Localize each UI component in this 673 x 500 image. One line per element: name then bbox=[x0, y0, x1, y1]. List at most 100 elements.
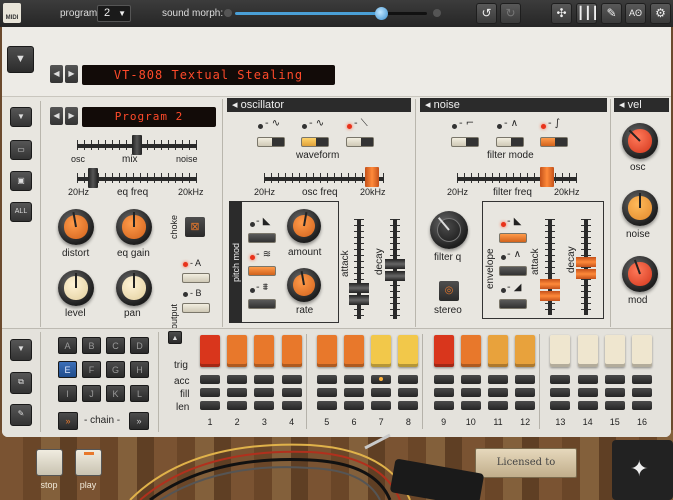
pattern-pad-k[interactable]: K bbox=[106, 385, 125, 402]
filter-mode-3-button[interactable] bbox=[540, 137, 568, 147]
pattern-pad-j[interactable]: J bbox=[82, 385, 101, 402]
pitch-mod-2-button[interactable] bbox=[248, 266, 276, 276]
osc-decay-fader[interactable] bbox=[393, 219, 397, 319]
sound-morph-handle[interactable] bbox=[374, 7, 388, 20]
output-a-button[interactable] bbox=[182, 273, 210, 283]
distort-knob[interactable] bbox=[58, 209, 94, 245]
level-knob[interactable] bbox=[58, 270, 94, 306]
midi-icon[interactable]: MIDI bbox=[3, 3, 21, 23]
eq-gain-knob[interactable] bbox=[116, 209, 152, 245]
sound-morph-slider[interactable] bbox=[235, 7, 427, 20]
osc-decay-handle[interactable] bbox=[385, 259, 405, 269]
len-step-4[interactable] bbox=[281, 401, 302, 410]
amount-knob[interactable] bbox=[287, 209, 321, 243]
fill-step-4[interactable] bbox=[281, 388, 302, 397]
edit-button[interactable]: ✎ bbox=[601, 3, 622, 24]
trig-step-11[interactable] bbox=[488, 335, 508, 367]
waveform-3-button[interactable] bbox=[346, 137, 374, 147]
fill-step-14[interactable] bbox=[577, 388, 598, 397]
redo-button[interactable]: ↻ bbox=[500, 3, 521, 24]
len-step-2[interactable] bbox=[227, 401, 248, 410]
fill-step-1[interactable] bbox=[200, 388, 220, 397]
acc-step-2[interactable] bbox=[227, 375, 248, 384]
len-step-5[interactable] bbox=[316, 401, 337, 410]
mix-handle[interactable] bbox=[132, 135, 142, 155]
acc-step-9[interactable] bbox=[433, 375, 454, 384]
pattern-pad-c[interactable]: C bbox=[106, 337, 125, 354]
acc-step-16[interactable] bbox=[632, 375, 652, 384]
acc-step-14[interactable] bbox=[577, 375, 598, 384]
pitch-mod-3-button[interactable] bbox=[248, 299, 276, 309]
pattern-pad-f[interactable]: F bbox=[82, 361, 101, 378]
chain-prev-button[interactable]: » bbox=[58, 412, 78, 430]
envelope-1-button[interactable] bbox=[499, 233, 527, 243]
seq-menu-button[interactable]: ▼ bbox=[10, 339, 32, 361]
pattern-pad-h[interactable]: H bbox=[130, 361, 149, 378]
len-step-3[interactable] bbox=[254, 401, 275, 410]
acc-step-13[interactable] bbox=[550, 375, 571, 384]
main-menu-button[interactable]: ▼ bbox=[7, 46, 34, 73]
fill-step-7[interactable] bbox=[371, 388, 392, 397]
fill-step-11[interactable] bbox=[488, 388, 508, 397]
acc-step-11[interactable] bbox=[488, 375, 508, 384]
trig-step-12[interactable] bbox=[515, 335, 536, 367]
preset-next-button[interactable]: ▶ bbox=[65, 65, 78, 83]
len-step-8[interactable] bbox=[398, 401, 419, 410]
envelope-3-button[interactable] bbox=[499, 299, 527, 309]
osc-freq-handle[interactable] bbox=[364, 167, 379, 187]
eq-freq-handle[interactable] bbox=[88, 168, 98, 188]
ab-button[interactable]: Aʘ bbox=[625, 3, 646, 24]
filter-mode-2-button[interactable] bbox=[496, 137, 524, 147]
len-step-1[interactable] bbox=[200, 401, 220, 410]
trig-step-15[interactable] bbox=[604, 335, 625, 367]
trig-step-4[interactable] bbox=[281, 335, 302, 367]
program-next-button[interactable]: ▶ bbox=[65, 107, 78, 125]
pattern-pad-b[interactable]: B bbox=[82, 337, 101, 354]
fill-step-6[interactable] bbox=[344, 388, 364, 397]
fill-step-2[interactable] bbox=[227, 388, 248, 397]
filter-freq-handle[interactable] bbox=[539, 167, 554, 187]
program-prev-button[interactable]: ◀ bbox=[50, 107, 63, 125]
pitch-mod-1-button[interactable] bbox=[248, 233, 276, 243]
program-menu-button[interactable]: ▼ bbox=[10, 107, 32, 127]
settings-button[interactable]: ⚙ bbox=[650, 3, 671, 24]
len-step-7[interactable] bbox=[371, 401, 392, 410]
noise-decay-fader[interactable] bbox=[584, 219, 588, 315]
len-step-16[interactable] bbox=[632, 401, 652, 410]
copy-button[interactable]: ⧉ bbox=[10, 372, 32, 394]
trig-step-7[interactable] bbox=[371, 335, 392, 367]
pattern-pad-l[interactable]: L bbox=[130, 385, 149, 402]
fill-step-8[interactable] bbox=[398, 388, 419, 397]
trig-up-button[interactable]: ▲ bbox=[168, 331, 182, 344]
save-button[interactable]: ▣ bbox=[10, 171, 32, 191]
fill-step-13[interactable] bbox=[550, 388, 571, 397]
pattern-pad-i[interactable]: I bbox=[58, 385, 77, 402]
trig-step-14[interactable] bbox=[577, 335, 598, 367]
fill-step-3[interactable] bbox=[254, 388, 275, 397]
envelope-2-button[interactable] bbox=[499, 266, 527, 276]
filter-freq-slider[interactable] bbox=[457, 177, 577, 181]
trig-step-16[interactable] bbox=[632, 335, 652, 367]
trig-step-1[interactable] bbox=[200, 335, 220, 367]
trig-step-2[interactable] bbox=[227, 335, 248, 367]
trig-step-3[interactable] bbox=[254, 335, 275, 367]
open-button[interactable]: ▭ bbox=[10, 140, 32, 160]
fill-step-16[interactable] bbox=[632, 388, 652, 397]
vel-noise-knob[interactable] bbox=[622, 190, 658, 226]
len-step-12[interactable] bbox=[515, 401, 536, 410]
acc-step-7[interactable] bbox=[371, 375, 392, 384]
vel-osc-knob[interactable] bbox=[622, 123, 658, 159]
osc-decay-handle-lower[interactable] bbox=[385, 271, 405, 281]
len-step-13[interactable] bbox=[550, 401, 571, 410]
fill-step-5[interactable] bbox=[316, 388, 337, 397]
pattern-pad-e[interactable]: E bbox=[58, 361, 77, 378]
filter-mode-1-button[interactable] bbox=[451, 137, 479, 147]
trig-step-10[interactable] bbox=[460, 335, 481, 367]
osc-attack-handle-lower[interactable] bbox=[349, 295, 369, 305]
noise-attack-handle[interactable] bbox=[540, 279, 560, 289]
rate-knob[interactable] bbox=[287, 268, 321, 302]
mixer-button[interactable]: ┃┃┃ bbox=[576, 3, 599, 24]
acc-step-3[interactable] bbox=[254, 375, 275, 384]
fill-step-12[interactable] bbox=[515, 388, 536, 397]
waveform-1-button[interactable] bbox=[257, 137, 285, 147]
